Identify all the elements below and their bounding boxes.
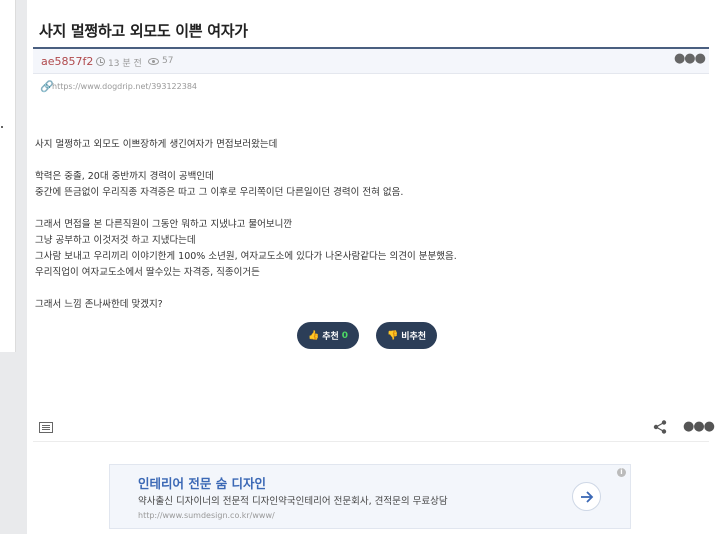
downvote-button[interactable]: 👎 비추천 bbox=[376, 322, 437, 349]
article-container: 사지 멀쩡하고 외모도 이쁜 여자가 ae5857f2 13 분 전 57 ●●… bbox=[27, 0, 720, 534]
post-time: 13 분 전 bbox=[108, 59, 142, 69]
upvote-count: 0 bbox=[341, 330, 349, 341]
post-action-bar: ●●● bbox=[33, 414, 715, 442]
thumbs-down-icon: 👎 bbox=[386, 330, 399, 341]
author-name[interactable]: ae5857f2 bbox=[41, 55, 93, 68]
clock-icon bbox=[96, 57, 105, 66]
body-line: 그래서 느낌 존나싸한데 맞겠지? bbox=[35, 299, 163, 310]
body-line: 우리직업이 여자교도소에서 딸수있는 자격증, 직종이거든 bbox=[35, 267, 260, 278]
sidebar-dot bbox=[1, 126, 3, 128]
source-link[interactable]: https://www.dogdrip.net/393122384 bbox=[52, 82, 197, 91]
ad-arrow-button[interactable] bbox=[572, 482, 601, 511]
post-meta-bar: ae5857f2 13 분 전 57 ●●● bbox=[33, 49, 709, 74]
more-dots-icon[interactable]: ●●● bbox=[683, 419, 715, 434]
thumbs-up-icon: 👍 bbox=[307, 330, 320, 341]
body-line bbox=[35, 281, 695, 297]
upvote-button[interactable]: 👍 추천 0 bbox=[297, 322, 359, 349]
post-title: 사지 멀쩡하고 외모도 이쁜 여자가 bbox=[39, 22, 248, 40]
ad-info-icon[interactable]: i bbox=[617, 468, 626, 477]
eye-icon bbox=[148, 58, 159, 65]
body-line bbox=[35, 153, 695, 169]
view-count: 57 bbox=[162, 56, 174, 66]
list-icon[interactable] bbox=[39, 422, 53, 433]
share-icon[interactable] bbox=[653, 420, 667, 434]
body-line: 그사람 보내고 우리끼리 이야기한게 100% 소년원, 여자교도소에 있다가 … bbox=[35, 251, 457, 262]
arrow-right-icon bbox=[580, 490, 593, 503]
left-sidebar-panel bbox=[0, 0, 16, 352]
ad-url[interactable]: http://www.sumdesign.co.kr/www/ bbox=[138, 511, 275, 520]
body-line bbox=[35, 201, 695, 217]
ad-banner[interactable]: i 인테리어 전문 숨 디자인 약사출신 디자이너의 전문적 디자인약국인테리어… bbox=[109, 464, 631, 529]
upvote-label: 추천 bbox=[322, 332, 339, 342]
more-dots-icon[interactable]: ●●● bbox=[674, 51, 706, 66]
body-line: 그래서 면접을 본 다른직원이 그동안 뭐하고 지냈냐고 물어보니깐 bbox=[35, 219, 293, 230]
downvote-label: 비추천 bbox=[401, 332, 427, 342]
body-line: 그냥 공부하고 이것저것 하고 지냈다는데 bbox=[35, 235, 196, 246]
ad-title[interactable]: 인테리어 전문 숨 디자인 bbox=[138, 473, 266, 492]
body-line: 학력은 중졸, 20대 중반까지 경력이 공백인데 bbox=[35, 171, 214, 182]
post-body: 사지 멀쩡하고 외모도 이쁘장하게 생긴여자가 면접보러왔는데 학력은 중졸, … bbox=[35, 137, 695, 313]
body-line: 중간에 뜬금없이 우리직종 자격증은 따고 그 이후로 우리쪽이던 다른일이던 … bbox=[35, 187, 404, 198]
body-line: 사지 멀쩡하고 외모도 이쁘장하게 생긴여자가 면접보러왔는데 bbox=[35, 139, 278, 150]
ad-description: 약사출신 디자이너의 전문적 디자인약국인테리어 전문회사, 견적문의 무료상담 bbox=[138, 496, 448, 507]
